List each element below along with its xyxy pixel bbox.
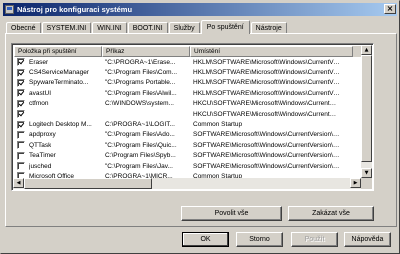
item-name: CS4ServiceManager: [29, 69, 89, 77]
startup-checkbox[interactable]: [17, 162, 25, 171]
horizontal-scrollbar[interactable]: ◀ ▶: [13, 178, 361, 189]
startup-checkbox[interactable]: [17, 58, 25, 67]
startup-checkbox[interactable]: [17, 68, 25, 77]
table-row[interactable]: ctfmon C:\WINDOWS\system... HKCU\SOFTWARE\…: [14, 99, 361, 109]
startup-checkbox[interactable]: [17, 141, 25, 150]
vertical-scroll-thumb[interactable]: [361, 55, 372, 162]
startup-checkbox[interactable]: [17, 110, 25, 119]
column-header-item[interactable]: Položka při spuštění: [14, 46, 102, 57]
startup-checkbox[interactable]: [17, 120, 25, 129]
item-cell: apdproxy: [14, 130, 102, 139]
title-bar[interactable]: Nástroj pro konfiguraci systému ×: [3, 3, 397, 16]
scroll-left-arrow-icon[interactable]: ◀: [13, 178, 24, 188]
location-cell: SOFTWARE\Microsoft\Windows\CurrentVersio…: [193, 131, 340, 139]
item-cell: ctfmon: [14, 99, 102, 108]
item-name: avastUI: [29, 89, 52, 97]
location-cell: SOFTWARE\Microsoft\Windows\CurrentVersio…: [193, 162, 340, 170]
command-cell: C:\PROGRA~1\LOGIT...: [105, 121, 175, 129]
item-name: Logitech Desktop M...: [29, 121, 92, 129]
command-cell: "C:\Program Files\Quic...: [105, 141, 177, 149]
table-row[interactable]: SpywareTerminato... "C:\Programs Portable…: [14, 78, 361, 88]
location-cell: HKLM\SOFTWARE\Microsoft\Windows\CurrentV…: [193, 79, 340, 87]
location-cell: HKLM\SOFTWARE\Microsoft\Windows\CurrentV…: [193, 58, 340, 66]
ok-button[interactable]: OK: [182, 232, 229, 247]
list-header: Položka při spuštění Příkaz Umístění: [14, 46, 361, 57]
location-cell: SOFTWARE\Microsoft\Windows\CurrentVersio…: [193, 152, 340, 160]
apply-button[interactable]: Použít: [291, 232, 338, 247]
startup-checkbox[interactable]: [17, 151, 25, 160]
startup-checkbox[interactable]: [17, 89, 25, 98]
column-header-location[interactable]: Umístění: [190, 46, 353, 57]
command-cell: C:\Program Files\Spyb...: [105, 152, 176, 160]
item-cell: [14, 110, 102, 119]
table-row[interactable]: apdproxy "C:\Program Files\Ado... SOFTWARE…: [14, 130, 361, 140]
list-rows: Eraser "C:\PROGRA~1\Erase... HKLM\SOFTWARE…: [14, 57, 361, 182]
msconfig-app-icon: [5, 5, 14, 14]
location-cell: HKCU\SOFTWARE\Microsoft\Windows\CurrentV…: [193, 110, 340, 118]
item-cell: TeaTimer: [14, 151, 102, 160]
system-configuration-window: Nástroj pro konfiguraci systému × Obecné…: [0, 0, 400, 254]
table-row[interactable]: HKCU\SOFTWARE\Microsoft\Windows\CurrentV…: [14, 109, 361, 119]
table-row[interactable]: TeaTimer C:\Program Files\Spyb... SOFTWARE…: [14, 151, 361, 161]
item-cell: Logitech Desktop M...: [14, 120, 102, 129]
table-row[interactable]: Logitech Desktop M... C:\PROGRA~1\LOGIT..…: [14, 119, 361, 129]
scrollbar-corner: [361, 178, 372, 189]
location-cell: HKLM\SOFTWARE\Microsoft\Windows\CurrentV…: [193, 69, 340, 77]
startup-checkbox[interactable]: [17, 130, 25, 139]
location-cell: HKLM\SOFTWARE\Microsoft\Windows\CurrentV…: [193, 89, 340, 97]
table-row[interactable]: Eraser "C:\PROGRA~1\Erase... HKLM\SOFTWARE…: [14, 57, 361, 67]
horizontal-scroll-thumb[interactable]: [24, 178, 152, 189]
table-row[interactable]: avastUI "C:\Program Files\Alwil... HKLM\SO…: [14, 88, 361, 98]
location-cell: SOFTWARE\Microsoft\Windows\CurrentVersio…: [193, 141, 340, 149]
item-cell: jusched: [14, 162, 102, 171]
location-cell: Common Startup: [193, 121, 243, 129]
help-button[interactable]: Nápověda: [344, 232, 391, 247]
scroll-up-arrow-icon[interactable]: ▲: [361, 45, 372, 55]
enable-all-button[interactable]: Povolit vše: [181, 206, 282, 221]
item-name: apdproxy: [29, 131, 56, 139]
item-cell: SpywareTerminato...: [14, 78, 102, 87]
scroll-down-arrow-icon[interactable]: ▼: [361, 168, 372, 178]
tab-strip: Obecné SYSTEM.INI WIN.INI BOOT.INI Služby Po …: [6, 20, 288, 34]
item-cell: CS4ServiceManager: [14, 68, 102, 77]
table-row[interactable]: jusched "C:\Program Files\Jav... SOFTWARE\…: [14, 161, 361, 171]
command-cell: "C:\Program Files\Com...: [105, 69, 178, 77]
item-name: TeaTimer: [29, 152, 56, 160]
tab-5[interactable]: Po spuštění: [200, 20, 250, 34]
table-row[interactable]: QTTask "C:\Program Files\Quic... SOFTWARE\…: [14, 140, 361, 150]
item-cell: QTTask: [14, 141, 102, 150]
scroll-right-arrow-icon[interactable]: ▶: [350, 178, 361, 188]
command-cell: "C:\Program Files\Jav...: [105, 162, 173, 170]
startup-checkbox[interactable]: [17, 78, 25, 87]
disable-all-button[interactable]: Zakázat vše: [288, 206, 374, 221]
location-cell: HKCU\SOFTWARE\Microsoft\Windows\CurrentV…: [193, 100, 340, 108]
vertical-scrollbar[interactable]: ▲ ▼: [361, 45, 372, 178]
item-name: SpywareTerminato...: [29, 79, 89, 87]
startup-items-list[interactable]: Položka při spuštění Příkaz Umístění Era…: [11, 43, 374, 191]
item-cell: Eraser: [14, 58, 102, 67]
cancel-button[interactable]: Storno: [236, 232, 283, 247]
close-button[interactable]: ×: [384, 4, 396, 14]
item-name: ctfmon: [29, 100, 49, 108]
item-name: Eraser: [29, 58, 49, 66]
window-title: Nástroj pro konfiguraci systému: [17, 5, 133, 14]
command-cell: "C:\Programs Portable...: [105, 79, 176, 87]
item-name: jusched: [29, 162, 52, 170]
command-cell: "C:\Program Files\Alwil...: [105, 89, 177, 97]
item-cell: avastUI: [14, 89, 102, 98]
item-name: QTTask: [29, 141, 52, 149]
command-cell: "C:\PROGRA~1\Erase...: [105, 58, 176, 66]
command-cell: C:\WINDOWS\system...: [105, 100, 174, 108]
command-cell: "C:\Program Files\Ado...: [105, 131, 175, 139]
startup-checkbox[interactable]: [17, 99, 25, 108]
table-row[interactable]: CS4ServiceManager "C:\Program Files\Com..…: [14, 67, 361, 77]
column-header-command[interactable]: Příkaz: [102, 46, 190, 57]
